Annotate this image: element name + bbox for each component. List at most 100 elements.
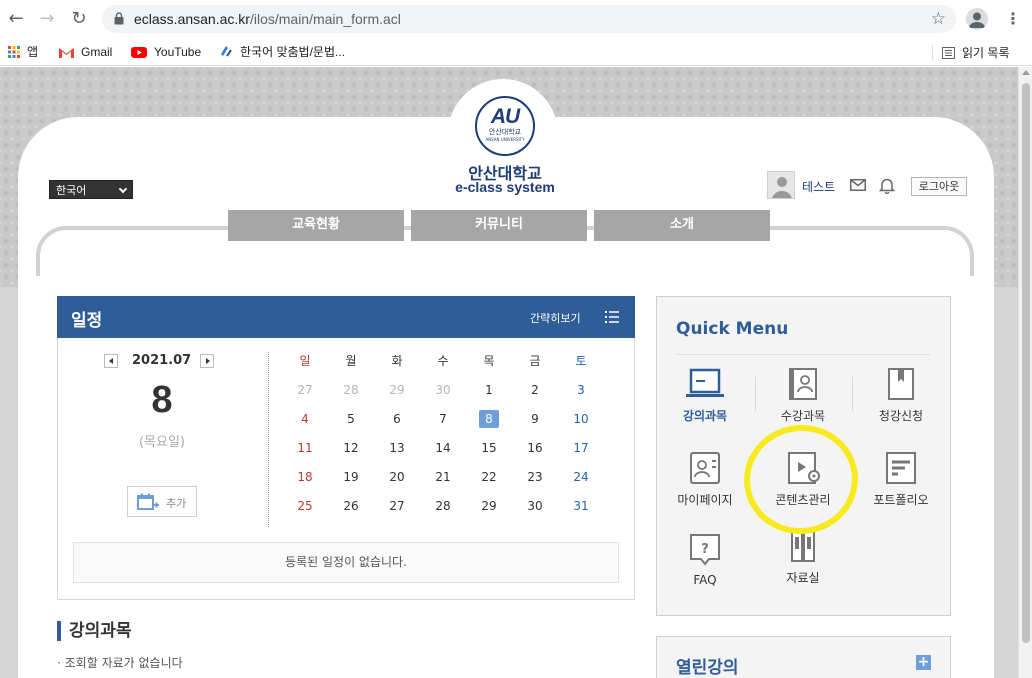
calendar-day-today[interactable]: 8: [474, 408, 504, 430]
quick-item-mypage[interactable]: 마이페이지: [665, 451, 745, 521]
simple-view-button[interactable]: 간략히보기: [530, 310, 581, 326]
calendar-day[interactable]: 24: [566, 466, 596, 488]
reading-list-button[interactable]: 읽기 목록: [942, 44, 1010, 61]
calendar-week: 4 5 6 7 8 9 10: [282, 408, 604, 437]
calendar-day[interactable]: 25: [290, 495, 320, 517]
language-select[interactable]: 한국어: [49, 180, 133, 199]
weekday-header: 수: [437, 354, 449, 368]
quick-item-audit[interactable]: 청강신청: [861, 367, 941, 437]
forward-arrow-icon[interactable]: →: [36, 8, 58, 30]
calendar-day[interactable]: 27: [382, 495, 412, 517]
tab-community[interactable]: 커뮤니티: [411, 210, 587, 241]
plus-icon[interactable]: +: [916, 655, 931, 670]
courses-empty-message: · 조회할 자료가 없습니다: [57, 656, 183, 670]
quick-item-portfolio[interactable]: 포트폴리오: [861, 451, 941, 521]
next-month-button[interactable]: [200, 354, 214, 368]
quick-item-archive[interactable]: 자료실: [763, 529, 843, 599]
mail-icon[interactable]: [850, 179, 866, 191]
calendar-day[interactable]: 2: [520, 379, 550, 401]
profile-icon[interactable]: [966, 8, 988, 30]
browser-menu-icon[interactable]: ⋮: [1004, 8, 1022, 30]
user-icon: [772, 177, 792, 198]
calendar-day[interactable]: 3: [566, 379, 596, 401]
calendar-day[interactable]: 20: [382, 466, 412, 488]
calendar-add-icon: [137, 493, 159, 510]
calendar-day[interactable]: 28: [428, 495, 458, 517]
reload-icon[interactable]: ↻: [68, 8, 90, 30]
calendar-week: 27 28 29 30 1 2 3: [282, 379, 604, 408]
calendar-day[interactable]: 29: [382, 379, 412, 401]
quick-separator: [755, 377, 756, 411]
calendar-day[interactable]: 15: [474, 437, 504, 459]
weekday-header: 토: [575, 354, 587, 368]
calendar-day[interactable]: 29: [474, 495, 504, 517]
month-navigator: 2021.07: [104, 352, 216, 370]
apps-icon: [8, 46, 20, 58]
user-name[interactable]: 테스트: [802, 178, 835, 195]
bookmark-spellcheck[interactable]: 한국어 맞춤법/문법...: [219, 44, 345, 60]
book-user-icon: [789, 368, 817, 400]
bookmark-star-icon[interactable]: ☆: [931, 9, 946, 29]
page-scrollbar[interactable]: [1018, 67, 1032, 678]
site-subtitle: e-class system: [455, 179, 555, 195]
weekday-header: 목: [483, 354, 495, 368]
list-icon[interactable]: [605, 311, 619, 323]
add-schedule-button[interactable]: 추가: [127, 486, 197, 517]
tab-education[interactable]: 교육현황: [228, 210, 404, 241]
quick-item-faq[interactable]: ? FAQ: [665, 533, 745, 603]
bookmarks-separator: [932, 45, 933, 60]
bookmark-gmail[interactable]: Gmail: [59, 44, 112, 60]
calendar-day[interactable]: 27: [290, 379, 320, 401]
university-logo[interactable]: AU 안산대학교 ANSAN UNIVERSITY: [475, 96, 535, 156]
bell-icon[interactable]: [879, 177, 895, 194]
profile-card-icon: [690, 452, 720, 484]
calendar-day[interactable]: 31: [566, 495, 596, 517]
weekday-header: 화: [391, 354, 403, 368]
selected-weekday: (목요일): [138, 435, 186, 450]
calendar-day[interactable]: 26: [336, 495, 366, 517]
calendar-day[interactable]: 5: [336, 408, 366, 430]
calendar-day[interactable]: 4: [290, 408, 320, 430]
bookmark-apps[interactable]: 앱: [8, 44, 38, 60]
calendar-day[interactable]: 21: [428, 466, 458, 488]
youtube-icon: [131, 47, 147, 58]
prev-month-button[interactable]: [104, 354, 118, 368]
open-lectures-panel: 열린강의 +: [656, 636, 951, 678]
calendar-day[interactable]: 28: [336, 379, 366, 401]
calendar-day[interactable]: 10: [566, 408, 596, 430]
avatar[interactable]: [767, 171, 795, 199]
calendar-day[interactable]: 12: [336, 437, 366, 459]
quick-item-lectures[interactable]: 강의과목: [665, 367, 745, 437]
tab-about[interactable]: 소개: [594, 210, 770, 241]
calendar-day[interactable]: 1: [474, 379, 504, 401]
calendar-day[interactable]: 30: [428, 379, 458, 401]
browser-toolbar: ← → ↻ eclass.ansan.ac.kr/ilos/main/main_…: [0, 0, 1032, 38]
calendar-day[interactable]: 9: [520, 408, 550, 430]
scroll-up-icon[interactable]: [1022, 70, 1030, 75]
calendar-day[interactable]: 17: [566, 437, 596, 459]
back-arrow-icon[interactable]: ←: [5, 8, 27, 30]
chevron-left-icon: [109, 358, 113, 364]
scroll-thumb[interactable]: [1022, 83, 1030, 643]
calendar-day[interactable]: 16: [520, 437, 550, 459]
calendar-day[interactable]: 30: [520, 495, 550, 517]
calendar-day[interactable]: 7: [428, 408, 458, 430]
schedule-header: 일정 간략히보기: [57, 296, 635, 338]
calendar-day[interactable]: 23: [520, 466, 550, 488]
calendar-week: 25 26 27 28 29 30 31: [282, 495, 604, 524]
calendar-day[interactable]: 11: [290, 437, 320, 459]
calendar-day[interactable]: 18: [290, 466, 320, 488]
open-lectures-title: 열린강의: [676, 658, 739, 678]
selected-day: 8: [151, 379, 173, 421]
logout-button[interactable]: 로그아웃: [911, 177, 967, 196]
calendar-day[interactable]: 14: [428, 437, 458, 459]
bookmark-youtube[interactable]: YouTube: [131, 44, 201, 60]
bookmark-book-icon: [888, 368, 914, 400]
calendar-day[interactable]: 6: [382, 408, 412, 430]
address-bar[interactable]: eclass.ansan.ac.kr/ilos/main/main_form.a…: [102, 5, 956, 33]
calendar-day[interactable]: 13: [382, 437, 412, 459]
weekday-header: 일: [299, 354, 311, 368]
portfolio-icon: [886, 452, 916, 484]
calendar-day[interactable]: 19: [336, 466, 366, 488]
calendar-day[interactable]: 22: [474, 466, 504, 488]
